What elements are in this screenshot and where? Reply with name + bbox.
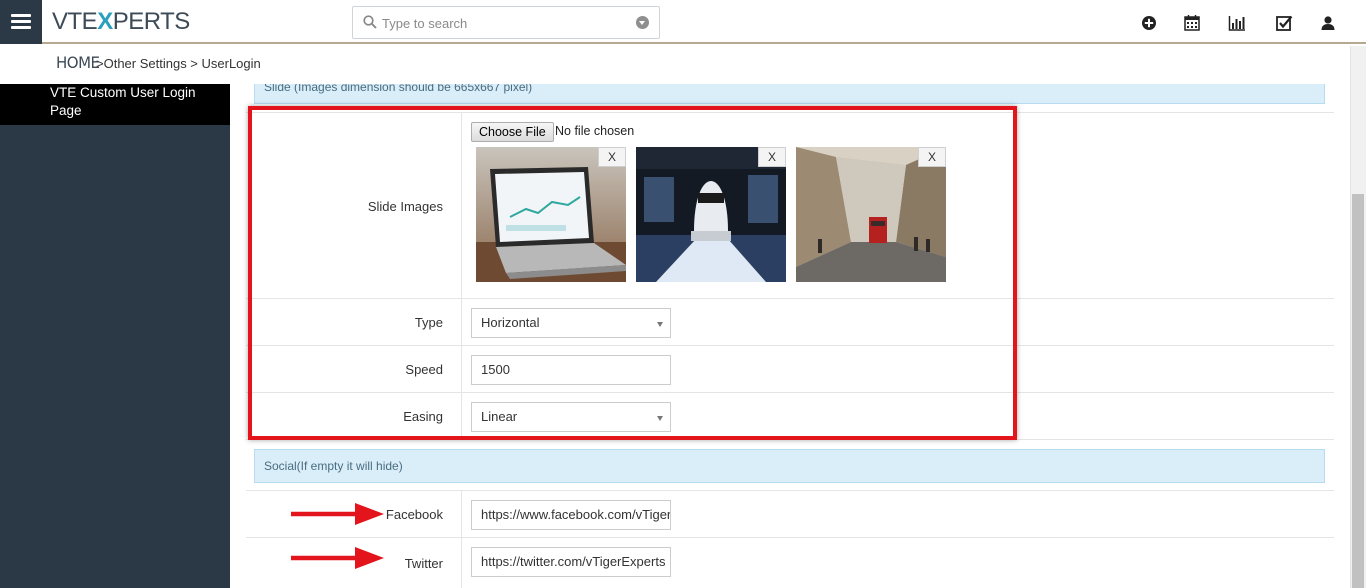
highlight-box xyxy=(248,106,1017,440)
scrollbar-thumb[interactable] xyxy=(1352,194,1364,588)
checkbox-icon[interactable] xyxy=(1275,14,1293,32)
top-header: VTEXPERTS xyxy=(0,0,1366,44)
calendar-icon[interactable] xyxy=(1183,14,1201,32)
hamburger-icon xyxy=(11,14,31,30)
sidebar: VTE Custom User Login Page xyxy=(0,84,230,588)
menu-toggle-button[interactable] xyxy=(0,0,42,44)
search-icon xyxy=(363,15,377,29)
arrow-right-icon xyxy=(291,547,384,569)
arrow-right-icon xyxy=(291,503,384,525)
breadcrumb-path[interactable]: >Other Settings > UserLogin xyxy=(96,56,261,71)
sidebar-item-custom-user-login[interactable]: VTE Custom User Login Page xyxy=(0,84,230,125)
breadcrumb-home[interactable]: HOME xyxy=(56,54,100,73)
twitter-row: Twitter https://twitter.com/vTigerExpert… xyxy=(246,537,1334,588)
search-dropdown-icon[interactable] xyxy=(636,16,649,29)
sidebar-item-label: VTE Custom User Login Page xyxy=(50,85,196,118)
search-input[interactable] xyxy=(382,13,632,33)
bar-chart-icon[interactable] xyxy=(1228,14,1246,32)
global-search xyxy=(352,6,660,39)
user-icon[interactable] xyxy=(1319,14,1337,32)
facebook-row: Facebook https://www.facebook.com/vTiger… xyxy=(246,490,1334,537)
breadcrumb: HOME >Other Settings > UserLogin xyxy=(0,46,1350,84)
plus-circle-icon[interactable] xyxy=(1140,14,1158,32)
app-logo[interactable]: VTEXPERTS xyxy=(52,9,190,35)
social-section: Social(If empty it will hide) xyxy=(246,439,1334,491)
facebook-input[interactable]: https://www.facebook.com/vTigerExperts xyxy=(471,500,671,530)
social-notice: Social(If empty it will hide) xyxy=(254,449,1325,483)
slide-notice: Slide (Images dimension should be 665x66… xyxy=(254,84,1325,104)
twitter-input[interactable]: https://twitter.com/vTigerExperts xyxy=(471,547,671,577)
